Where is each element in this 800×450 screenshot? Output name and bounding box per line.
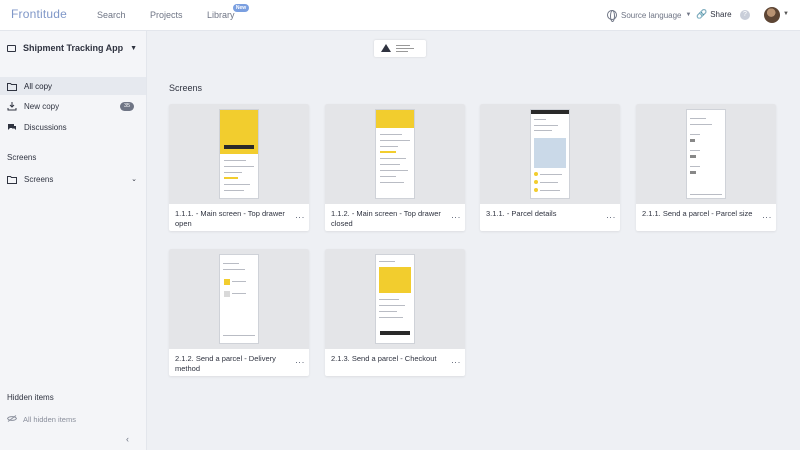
screen-card[interactable]: 3.1.1. - Parcel details ⋮ — [480, 104, 620, 231]
source-language-label: Source language — [621, 10, 682, 20]
preview-line — [396, 51, 408, 52]
screen-card-title: 2.1.3. Send a parcel - Checkout — [331, 354, 437, 363]
hidden-items-title: Hidden items — [7, 393, 54, 402]
screen-card-title: 3.1.1. - Parcel details — [486, 209, 557, 218]
help-icon[interactable]: ? — [740, 10, 750, 20]
more-options-icon[interactable]: ⋮ — [762, 213, 772, 222]
top-bar: Frontitude Search Projects Library New S… — [0, 0, 800, 31]
more-options-icon[interactable]: ⋮ — [451, 213, 461, 222]
sidebar-item-all-copy[interactable]: All copy — [0, 77, 146, 95]
sidebar-item-label: Screens — [24, 174, 54, 184]
screen-thumbnail — [325, 104, 465, 204]
phone-mockup — [219, 254, 259, 344]
screen-thumbnail — [169, 104, 309, 204]
preview-line — [396, 48, 414, 49]
source-language-dropdown[interactable]: Source language ▼ — [607, 8, 691, 22]
chevron-down-icon: ▼ — [130, 44, 137, 52]
sidebar-item-discussions[interactable]: Discussions — [0, 118, 146, 136]
more-options-icon[interactable]: ⋮ — [295, 358, 305, 367]
all-hidden-items-link[interactable]: All hidden items — [6, 415, 76, 424]
link-icon: 🔗 — [696, 9, 708, 19]
library-new-badge: New — [233, 4, 249, 12]
screen-card[interactable]: 2.1.1. Send a parcel - Parcel size ⋮ — [636, 104, 776, 231]
more-options-icon[interactable]: ⋮ — [606, 213, 616, 222]
phone-mockup — [219, 109, 259, 199]
project-preview-thumbnail[interactable] — [374, 40, 426, 57]
screen-card[interactable]: 1.1.1. - Main screen - Top drawer open ⋮ — [169, 104, 309, 231]
app-logo[interactable]: Frontitude — [11, 7, 67, 21]
phone-mockup — [686, 109, 726, 199]
chevron-down-icon: ▼ — [685, 12, 692, 18]
all-hidden-items-label: All hidden items — [23, 415, 76, 424]
screen-thumbnail — [480, 104, 620, 204]
screen-card-title: 2.1.2. Send a parcel - Delivery method — [175, 354, 276, 373]
screen-thumbnail — [636, 104, 776, 204]
screen-thumbnail — [325, 249, 465, 349]
nav-search[interactable]: Search — [97, 10, 126, 20]
folder-icon — [7, 174, 17, 184]
globe-icon — [607, 10, 617, 22]
share-label: Share — [710, 10, 732, 19]
sidebar: Shipment Tracking App ▼ All copy New cop… — [0, 31, 147, 450]
folder-icon — [7, 44, 16, 52]
avatar[interactable] — [764, 7, 780, 23]
sidebar-item-label: Discussions — [24, 122, 67, 132]
sidebar-item-label: New copy — [24, 101, 60, 111]
screen-card[interactable]: 2.1.2. Send a parcel - Delivery method ⋮ — [169, 249, 309, 376]
sidebar-item-screens[interactable]: Screens ⌄ — [0, 170, 146, 188]
sidebar-item-label: All copy — [24, 81, 53, 91]
screen-card[interactable]: 1.1.2. - Main screen - Top drawer closed… — [325, 104, 465, 231]
screens-section-title: Screens — [169, 83, 203, 93]
chevron-down-icon: ⌄ — [131, 176, 137, 183]
sidebar-item-new-copy[interactable]: New copy 35 — [0, 97, 146, 115]
phone-mockup — [375, 109, 415, 199]
download-icon — [7, 101, 17, 111]
nav-library[interactable]: Library — [207, 10, 235, 20]
more-options-icon[interactable]: ⋮ — [451, 358, 461, 367]
folder-icon — [7, 81, 17, 91]
project-name: Shipment Tracking App — [23, 43, 124, 53]
nav-projects[interactable]: Projects — [150, 10, 183, 20]
screen-thumbnail — [169, 249, 309, 349]
screen-card-title: 2.1.1. Send a parcel - Parcel size — [642, 209, 753, 218]
phone-mockup — [530, 109, 570, 199]
image-icon — [381, 44, 391, 52]
chevron-down-icon[interactable]: ▼ — [783, 11, 789, 17]
screen-card-title: 1.1.2. - Main screen - Top drawer closed — [331, 209, 441, 228]
chat-icon — [7, 122, 17, 132]
more-options-icon[interactable]: ⋮ — [295, 213, 305, 222]
preview-line — [396, 45, 410, 46]
project-selector[interactable]: Shipment Tracking App ▼ — [7, 41, 137, 55]
screen-card-title: 1.1.1. - Main screen - Top drawer open — [175, 209, 285, 228]
eye-slash-icon — [6, 415, 18, 424]
screens-heading: Screens — [7, 153, 37, 162]
screen-card[interactable]: 2.1.3. Send a parcel - Checkout ⋮ — [325, 249, 465, 376]
phone-mockup — [375, 254, 415, 344]
chevron-left-icon[interactable]: ‹ — [126, 434, 129, 444]
share-button[interactable]: 🔗 Share — [696, 9, 732, 20]
new-copy-count-badge: 35 — [120, 101, 134, 111]
